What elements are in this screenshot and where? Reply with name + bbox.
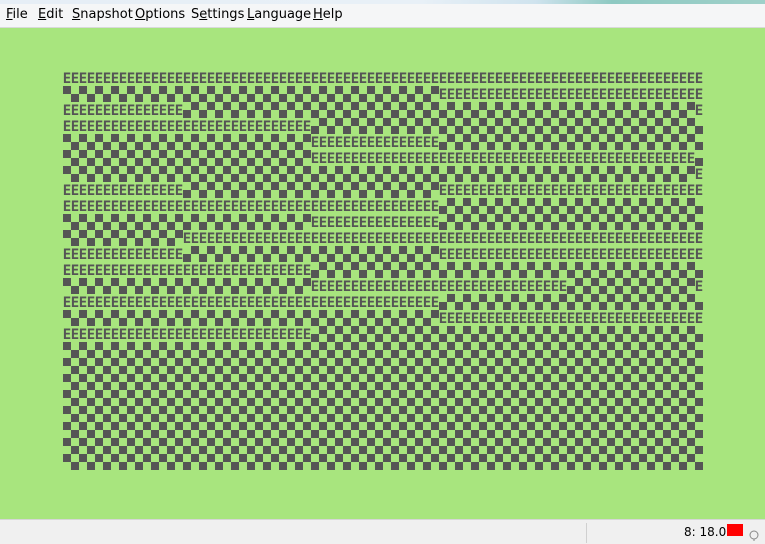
char-glyph: E (695, 247, 703, 263)
char-glyph: E (695, 71, 703, 87)
char-glyph: E (695, 87, 703, 103)
emulator-screen[interactable]: EEEEEEEEEEEEEEEEEEEEEEEEEEEEEEEEEEEEEEEE… (0, 28, 765, 519)
char-glyph: E (695, 167, 703, 183)
menu-file[interactable]: File (6, 7, 28, 22)
char-glyph: E (431, 215, 439, 231)
char-glyph: E (431, 199, 439, 215)
menu-edit[interactable]: Edit (38, 7, 63, 22)
status-led-indicator (727, 524, 743, 536)
menu-snapshot[interactable]: Snapshot (72, 7, 133, 22)
status-separator (586, 523, 587, 543)
char-glyph: E (303, 263, 311, 279)
char-glyph: E (559, 279, 567, 295)
char-glyph: E (687, 151, 695, 167)
menu-help[interactable]: Help (313, 7, 343, 22)
text-display: EEEEEEEEEEEEEEEEEEEEEEEEEEEEEEEEEEEEEEEE… (63, 70, 703, 470)
char-glyph: E (175, 183, 183, 199)
char-glyph: E (695, 231, 703, 247)
char-glyph: E (695, 311, 703, 327)
char-glyph: E (431, 295, 439, 311)
resize-grip-icon[interactable] (748, 529, 760, 541)
status-time: 8: 18.0 (684, 525, 727, 539)
window-top-strip (0, 0, 765, 4)
char-glyph: E (431, 135, 439, 151)
char-glyph: E (303, 327, 311, 343)
menu-options[interactable]: Options (135, 7, 185, 22)
status-bar: 8: 18.0 (0, 519, 765, 544)
char-glyph: E (175, 103, 183, 119)
menu-settings[interactable]: Settings (191, 7, 244, 22)
char-glyph: E (175, 247, 183, 263)
char-glyph: E (303, 119, 311, 135)
char-glyph: E (695, 103, 703, 119)
menu-bar: File Edit Snapshot Options Settings Lang… (0, 0, 765, 28)
char-glyph: E (695, 279, 703, 295)
char-glyph: E (695, 183, 703, 199)
menu-language[interactable]: Language (247, 7, 311, 22)
